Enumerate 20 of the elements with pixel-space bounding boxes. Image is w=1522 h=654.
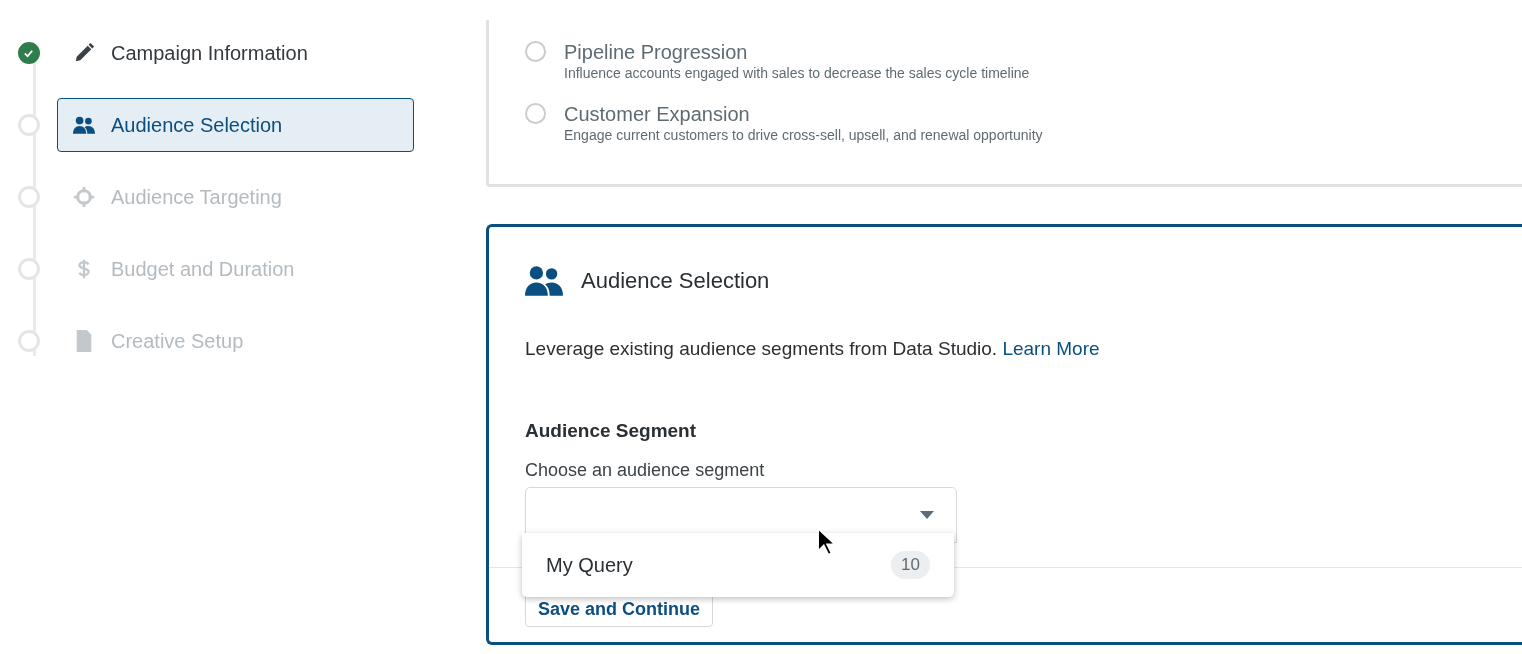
pencil-icon [73,42,95,64]
step-item[interactable]: Audience Selection [57,98,414,152]
people-icon [73,114,95,136]
section-title: Audience Segment [524,418,698,443]
dropdown-option[interactable]: My Query 10 [522,543,954,587]
goal-title: Pipeline Progression [564,40,749,64]
card-title: Audience Selection [581,267,770,295]
goal-description: Engage current customers to drive cross-sell, upsell, and renewal opportunity [564,126,1043,144]
radio-button[interactable] [525,103,546,124]
radio-button[interactable] [525,41,546,62]
step-item[interactable]: Campaign Information [57,26,414,80]
goal-title: Customer Expansion [564,102,751,126]
crosshair-icon [73,186,95,208]
field-label: Choose an audience segment [524,459,766,482]
card-description: Leverage existing audience segments from Data Studio. Learn More [525,338,1100,359]
learn-more-link[interactable]: Learn More [1002,338,1100,359]
people-icon [525,265,563,296]
count-badge: 10 [891,551,930,579]
caret-icon [920,511,934,519]
goal-description: Influence accounts engaged with sales to decrease the sales cycle timeline [564,64,1030,82]
